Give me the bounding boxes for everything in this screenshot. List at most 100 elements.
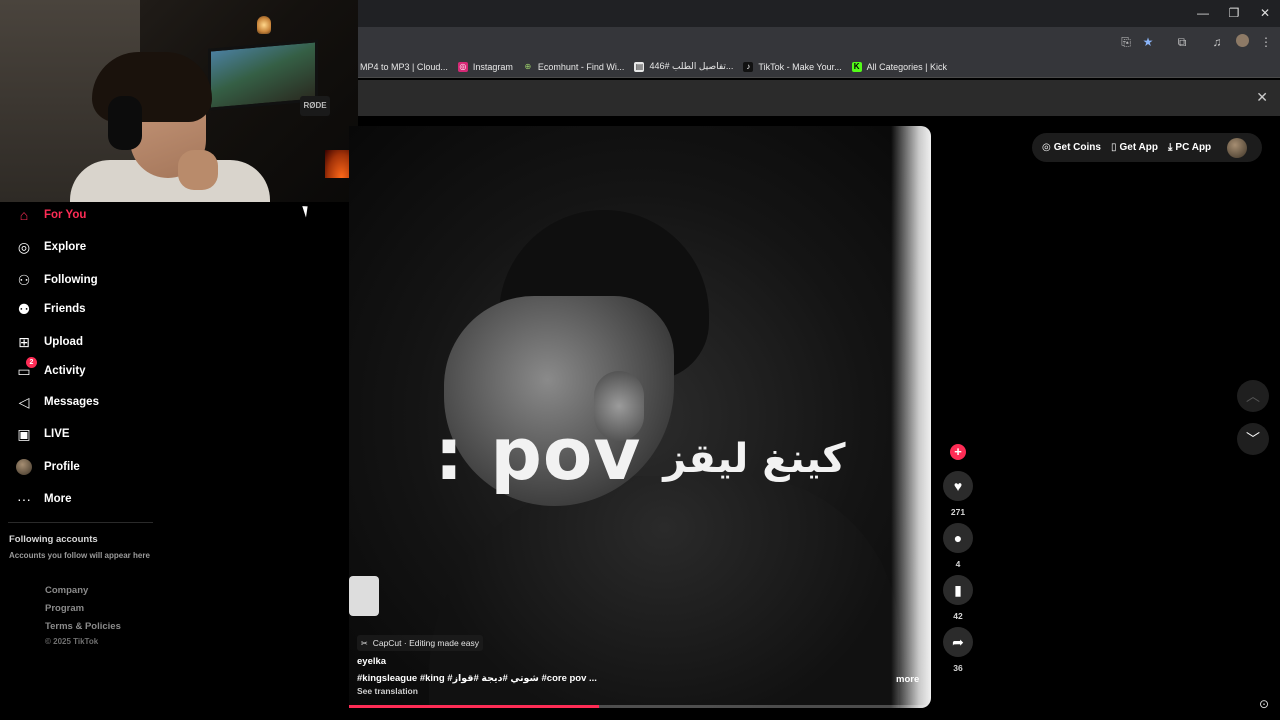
profile-avatar-icon [16,459,32,475]
share-count: 36 [953,663,963,673]
bookmark-instagram[interactable]: ◎ Instagram [457,61,513,72]
capcut-anchor[interactable]: ✂ CapCut · Editing made easy [357,635,484,651]
extensions-icon[interactable]: ⧉ [1174,34,1190,50]
get-app-button[interactable]: ▯ Get App [1111,142,1158,153]
star-icon[interactable]: ★ [1140,34,1156,50]
bookmark-label: Ecomhunt - Find Wi... [537,61,625,72]
sidebar-item-label: LIVE [44,428,70,440]
kick-icon: K [851,61,862,72]
like-button[interactable]: ♥ [943,471,973,501]
close-window-button[interactable]: ✕ [1250,4,1280,22]
video-microphone [349,576,379,616]
copyright: © 2025 TikTok [45,637,99,646]
footer-link-company[interactable]: Company [45,585,88,596]
sidebar-item-label: Upload [44,336,83,348]
bookmark-icon: ▮ [954,581,962,598]
user-avatar[interactable] [1227,137,1248,158]
overlay-pov-text: : pov [434,412,642,496]
comment-count: 4 [955,559,961,569]
chevron-down-icon: ﹀ [1246,431,1260,447]
video-author[interactable]: eyelka [357,656,386,667]
settings-target-icon[interactable]: ⊙ [1257,697,1271,711]
caption-more-button[interactable]: more [896,674,919,685]
webcam-person-hand [178,150,218,190]
sidebar-item-activity[interactable]: ▭ 2 Activity [16,357,86,382]
webcam-overlay: RØDE [0,0,358,202]
screen: — ❐ ✕ ⎘ ★ ⧉ ♫ ⋮ MP4 to MP3 | Cloud... ◎ I… [0,0,1280,720]
bookmark-order[interactable]: ▤ تفاصيل الطلب #446... [634,61,733,72]
share-button[interactable]: ➦ [943,627,973,657]
sidebar-item-label: Explore [44,241,87,253]
footer-link-terms[interactable]: Terms & Policies [45,621,121,632]
ecomhunt-icon: ⊕ [524,61,532,71]
sidebar-item-upload[interactable]: ⊞ Upload [16,331,83,353]
chevron-up-icon: ︿ [1246,388,1260,404]
bookmark-tiktok[interactable]: ♪ TikTok - Make Your... [743,61,842,72]
comment-icon: ● [953,530,963,546]
following-accounts-title: Following accounts [9,534,98,545]
sidebar-item-following[interactable]: ⚇ Following [16,269,98,291]
bookmark-label: Instagram [472,61,513,72]
sidebar-item-live[interactable]: ▣ LIVE [16,423,70,445]
next-video-button[interactable]: ﹀ [1237,423,1269,455]
video-progress-track[interactable] [349,705,931,708]
video-hashtags[interactable]: #kingsleague #king #شوتي #ديجة #قواز #co… [357,673,597,684]
capcut-icon: ✂ [361,638,368,648]
profile-icon[interactable] [1234,34,1250,50]
save-count: 42 [953,611,963,621]
friends-icon: ⚉ [17,301,31,317]
footer-link-program[interactable]: Program [45,603,84,614]
see-translation-link[interactable]: See translation [357,686,418,696]
overlay-arabic-text: كينغ ليقز [663,436,846,482]
bookmark-label: MP4 to MP3 | Cloud... [360,61,448,72]
menu-icon[interactable]: ⋮ [1258,34,1274,50]
webcam-headset [108,96,142,150]
sidebar-item-explore[interactable]: ◎ Explore [16,236,86,258]
pc-app-label: PC App [1175,142,1212,153]
sidebar-item-more[interactable]: ··· More [16,488,71,510]
sidebar-item-profile[interactable]: Profile [16,456,80,478]
activity-badge: 2 [26,357,37,368]
get-coins-button[interactable]: ◎ Get Coins [1042,142,1101,153]
comment-button[interactable]: ● [943,523,973,553]
following-accounts-empty-text: Accounts you follow will appear here [9,551,150,560]
save-button[interactable]: ▮ [943,575,973,605]
compass-icon: ◎ [17,239,31,255]
bookmark-cloudconvert[interactable]: MP4 to MP3 | Cloud... [360,62,448,72]
tiktok-header-actions: ◎ Get Coins ▯ Get App ⤓ PC App [1032,133,1262,162]
webcam-microphone-logo: RØDE [300,96,330,116]
mouse-cursor-icon [302,204,311,218]
phone-icon: ▯ [1110,142,1117,153]
share-icon: ➦ [952,633,964,650]
follow-author-button[interactable]: + [950,444,966,460]
sidebar-item-messages[interactable]: ◁ Messages [16,391,99,413]
get-app-label: Get App [1119,142,1158,153]
tiktok-icon: ♪ [743,61,754,72]
following-icon: ⚇ [17,272,31,288]
sidebar-item-label: Messages [44,396,99,408]
sidebar-item-friends[interactable]: ⚉ Friends [16,298,86,320]
minimize-button[interactable]: — [1188,4,1218,22]
install-icon[interactable]: ⎘ [1118,34,1134,50]
bookmark-ecomhunt[interactable]: ⊕ Ecomhunt - Find Wi... [523,62,625,72]
pc-app-button[interactable]: ⤓ PC App [1168,142,1211,153]
upload-icon: ⊞ [18,334,30,350]
sidebar-divider [8,522,153,523]
activity-icon: ▭ 2 [16,357,37,379]
webcam-lamp [257,16,271,34]
download-icon: ⤓ [1168,142,1173,153]
bookmark-kick[interactable]: K All Categories | Kick [851,61,947,72]
restore-button[interactable]: ❐ [1219,4,1249,22]
previous-video-button[interactable]: ︿ [1237,380,1269,412]
heart-icon: ♥ [953,478,963,494]
sidebar-item-label: Profile [44,461,80,473]
infobar-close-icon[interactable]: ✕ [1256,89,1268,106]
sidebar-item-for-you[interactable]: ⌂ For You [16,204,87,226]
video-player[interactable]: : pov كينغ ليقز ✂ CapCut · Editing made … [349,126,931,708]
sidebar-item-label: For You [44,209,87,221]
coin-icon: ◎ [1042,142,1051,153]
media-icon[interactable]: ♫ [1209,34,1225,50]
more-dots-icon: ··· [17,491,31,507]
video-progress-fill [349,705,600,708]
bookmark-label: TikTok - Make Your... [758,61,842,72]
